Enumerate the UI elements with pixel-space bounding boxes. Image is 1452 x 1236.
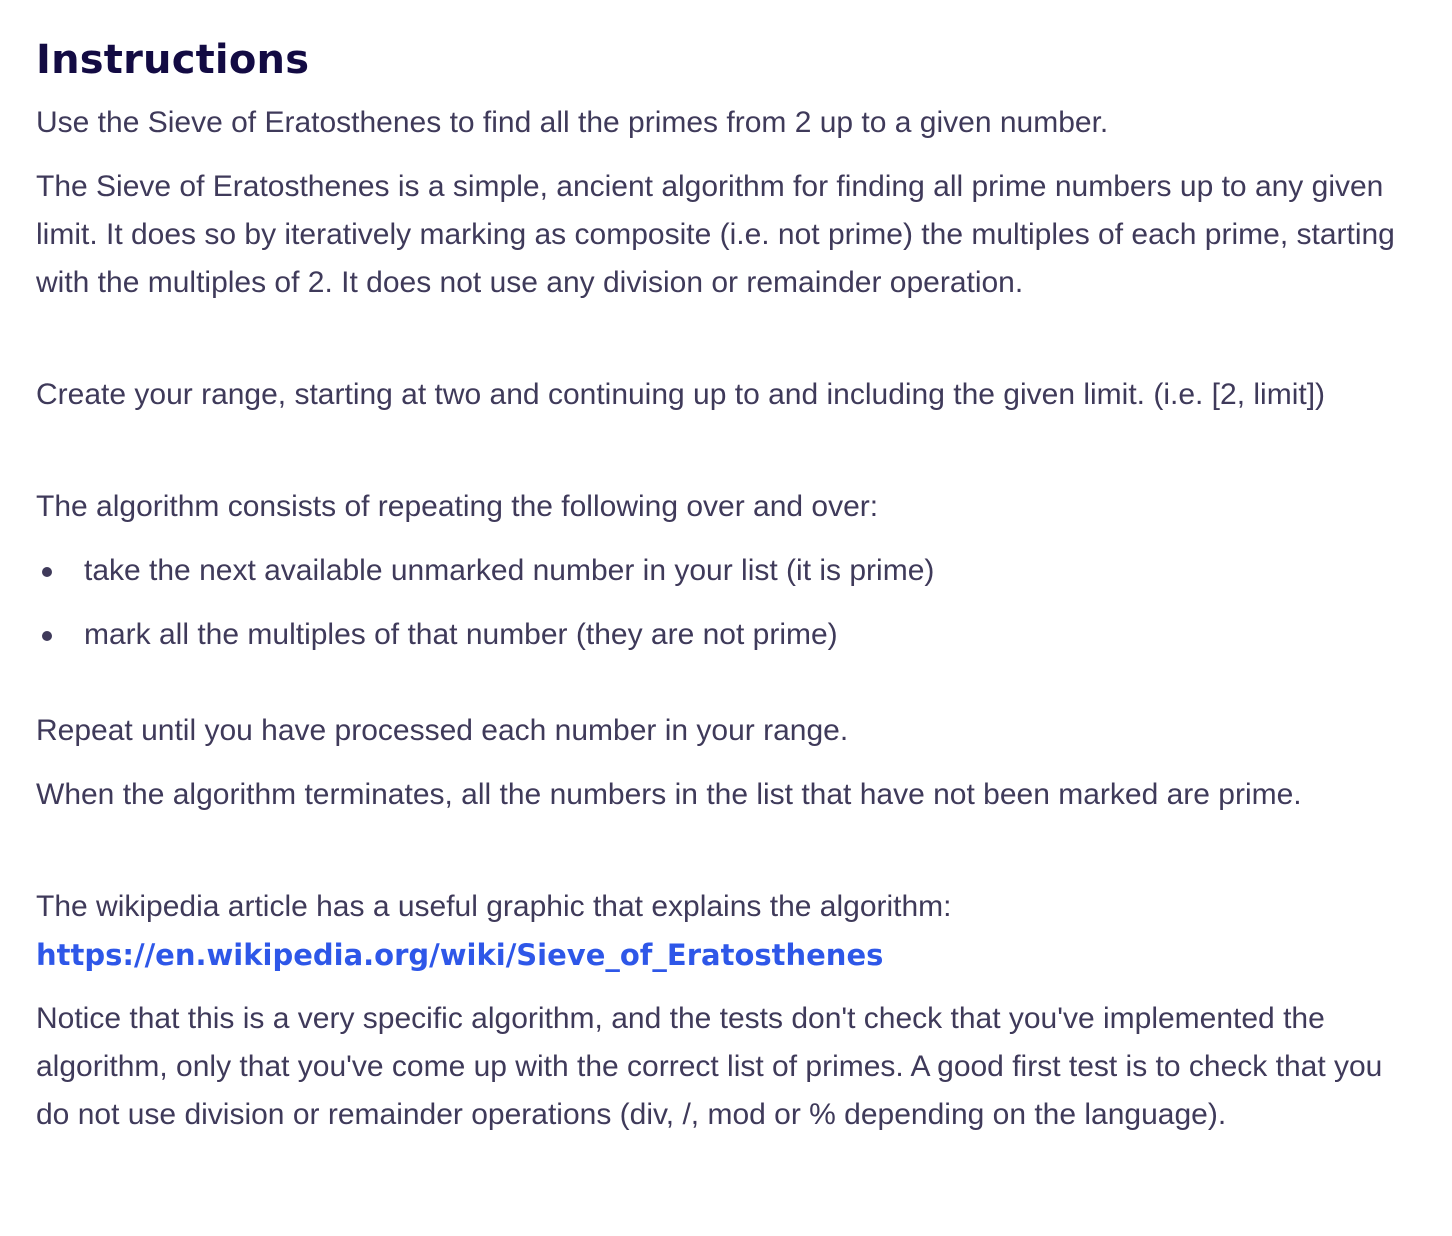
notice-paragraph: Notice that this is a very specific algo… — [36, 1002, 1383, 1131]
list-item-text: take the next available unmarked number … — [84, 554, 935, 587]
list-item: mark all the multiples of that number (t… — [36, 611, 1416, 659]
wikipedia-paragraph-text: The wikipedia article has a useful graph… — [36, 890, 952, 923]
range-paragraph: Create your range, starting at two and c… — [36, 378, 1326, 411]
list-item-text: mark all the multiples of that number (t… — [84, 618, 838, 651]
algorithm-description-paragraph: The Sieve of Eratosthenes is a simple, a… — [36, 170, 1395, 299]
intro-paragraph: Use the Sieve of Eratosthenes to find al… — [36, 106, 1109, 139]
wikipedia-link[interactable]: https://en.wikipedia.org/wiki/Sieve_of_E… — [36, 938, 883, 972]
wikipedia-paragraph: The wikipedia article has a useful graph… — [36, 883, 1416, 980]
bullet-icon — [42, 631, 52, 641]
bullet-icon — [42, 567, 52, 577]
page-title: Instructions — [36, 37, 310, 83]
steps-list: take the next available unmarked number … — [36, 547, 1416, 675]
steps-intro-paragraph: The algorithm consists of repeating the … — [36, 490, 879, 523]
repeat-paragraph: Repeat until you have processed each num… — [36, 714, 849, 747]
termination-paragraph: When the algorithm terminates, all the n… — [36, 778, 1302, 811]
list-item: take the next available unmarked number … — [36, 547, 1416, 595]
